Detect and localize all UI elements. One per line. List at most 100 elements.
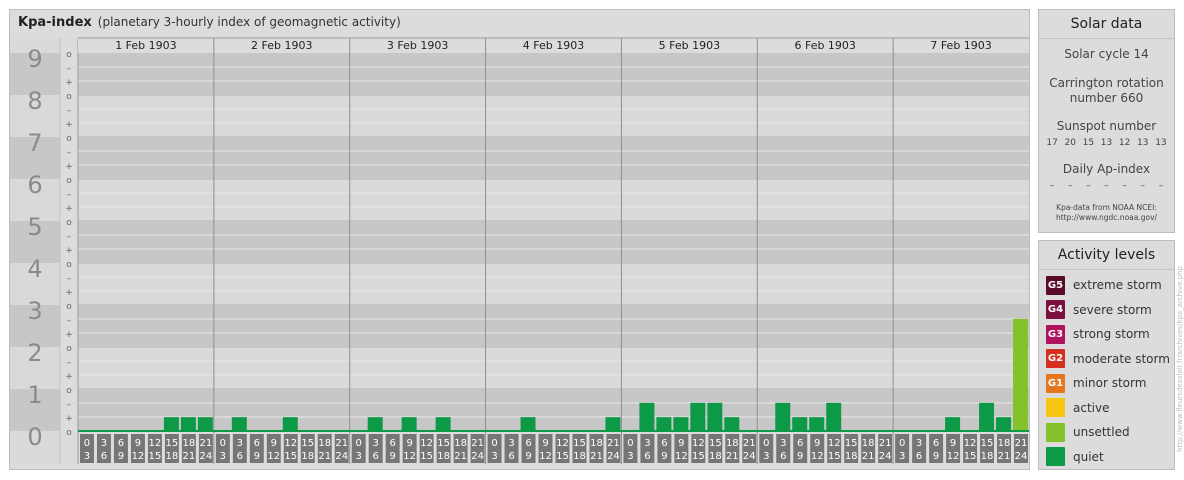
kpa-bar — [809, 417, 825, 431]
level-label: minor storm — [1073, 376, 1147, 391]
hour-start-label: 9 — [678, 438, 684, 449]
hour-end-label: 12 — [539, 451, 552, 462]
hour-start-label: 15 — [301, 438, 314, 449]
y-subtick: o — [66, 344, 72, 354]
y-subtick: – — [67, 106, 72, 116]
y-subtick: – — [67, 358, 72, 368]
hour-end-label: 15 — [692, 451, 705, 462]
sunspot-value: 13 — [1100, 138, 1113, 148]
hour-end-label: 21 — [862, 451, 875, 462]
sunspot-value: 20 — [1064, 138, 1076, 148]
y-subtick: + — [65, 330, 73, 340]
hour-start-label: 3 — [644, 438, 650, 449]
level-badge: G2 — [1046, 349, 1065, 369]
hour-end-label: 6 — [644, 451, 650, 462]
hour-start-label: 6 — [525, 438, 531, 449]
y-subtick: – — [67, 400, 72, 410]
hour-start-label: 18 — [998, 438, 1011, 449]
hour-start-label: 9 — [406, 438, 412, 449]
hour-end-label: 24 — [607, 451, 620, 462]
hour-end-label: 24 — [471, 451, 484, 462]
hour-end-label: 24 — [1015, 451, 1028, 462]
hour-start-label: 3 — [780, 438, 786, 449]
y-subtick: o — [66, 218, 72, 228]
kpa-bar — [282, 417, 298, 431]
hour-end-label: 24 — [335, 451, 348, 462]
hour-start-label: 18 — [590, 438, 603, 449]
hour-start-label: 0 — [491, 438, 497, 449]
kpa-bar — [231, 417, 247, 431]
kpa-bar — [724, 417, 740, 431]
hour-start-label: 21 — [1015, 438, 1028, 449]
hour-end-label: 9 — [525, 451, 531, 462]
kpa-bar — [656, 417, 672, 431]
hour-start-label: 21 — [199, 438, 212, 449]
hour-start-label: 6 — [389, 438, 395, 449]
activity-level-strong-storm: G3 strong storm — [1039, 322, 1174, 347]
hour-end-label: 18 — [166, 451, 179, 462]
hour-end-label: 9 — [797, 451, 803, 462]
grid-band — [78, 137, 1029, 179]
hour-end-label: 9 — [933, 451, 939, 462]
hour-start-label: 3 — [101, 438, 107, 449]
level-badge: G5 — [1046, 275, 1065, 295]
day-label: 7 Feb 1903 — [930, 39, 991, 52]
y-subtick: + — [65, 372, 73, 382]
y-subtick: – — [67, 64, 72, 74]
hour-start-label: 9 — [814, 438, 820, 449]
hour-end-label: 15 — [556, 451, 569, 462]
ap-value: – — [1086, 181, 1091, 191]
level-badge — [1046, 447, 1065, 467]
activity-levels-list: G5 extreme storm G4 severe storm G3 strong st… — [1039, 270, 1174, 469]
hour-start-label: 9 — [950, 438, 956, 449]
day-label: 2 Feb 1903 — [251, 39, 312, 52]
activity-level-unsettled: unsettled — [1039, 420, 1174, 445]
y-tick-label: 7 — [27, 129, 42, 157]
hour-start-label: 18 — [862, 438, 875, 449]
sunspot-label: Sunspot number — [1056, 119, 1157, 133]
hour-end-label: 3 — [627, 451, 633, 462]
hour-start-label: 9 — [271, 438, 277, 449]
kpa-bar — [775, 402, 791, 431]
y-subtick: o — [66, 302, 72, 312]
day-label: 5 Feb 1903 — [659, 39, 720, 52]
hour-end-label: 21 — [590, 451, 603, 462]
kpa-bar — [945, 417, 961, 431]
hour-end-label: 12 — [947, 451, 960, 462]
y-subtick: o — [66, 386, 72, 396]
hour-start-label: 9 — [542, 438, 548, 449]
kpa-bar — [605, 417, 621, 431]
day-label: 6 Feb 1903 — [794, 39, 855, 52]
ap-value: – — [1049, 181, 1055, 191]
watermark: http://www.fleursdesoleil.fr/archives/kp… — [1176, 266, 1184, 452]
activity-levels-panel: Activity levels G5 extreme storm G4 severe … — [1038, 240, 1175, 470]
hour-end-label: 3 — [220, 451, 226, 462]
hour-end-label: 12 — [403, 451, 416, 462]
activity-level-minor-storm: G1 minor storm — [1039, 371, 1174, 396]
kpa-bar — [197, 417, 213, 431]
kpa-bar — [163, 417, 179, 431]
y-subtick: – — [67, 190, 72, 200]
kpa-bar — [690, 402, 706, 431]
hour-start-label: 6 — [118, 438, 124, 449]
hour-end-label: 21 — [454, 451, 467, 462]
hour-start-label: 9 — [135, 438, 141, 449]
y-subtick: – — [67, 316, 72, 326]
hour-end-label: 3 — [491, 451, 497, 462]
kpa-bar — [826, 402, 842, 431]
level-badge — [1046, 398, 1065, 418]
y-tick-label: 2 — [27, 339, 42, 367]
hour-end-label: 15 — [149, 451, 162, 462]
solar-data-title: Solar data — [1039, 10, 1174, 39]
ap-value: – — [1067, 181, 1073, 191]
y-tick-label: 4 — [27, 255, 42, 283]
hour-end-label: 9 — [254, 451, 260, 462]
activity-level-quiet: quiet — [1039, 445, 1174, 470]
hour-start-label: 12 — [964, 438, 977, 449]
grid-band — [78, 221, 1029, 263]
y-subtick: o — [66, 50, 72, 60]
y-subtick: – — [67, 148, 72, 158]
y-subtick: + — [65, 162, 73, 172]
hour-end-label: 6 — [916, 451, 922, 462]
y-subtick: + — [65, 204, 73, 214]
